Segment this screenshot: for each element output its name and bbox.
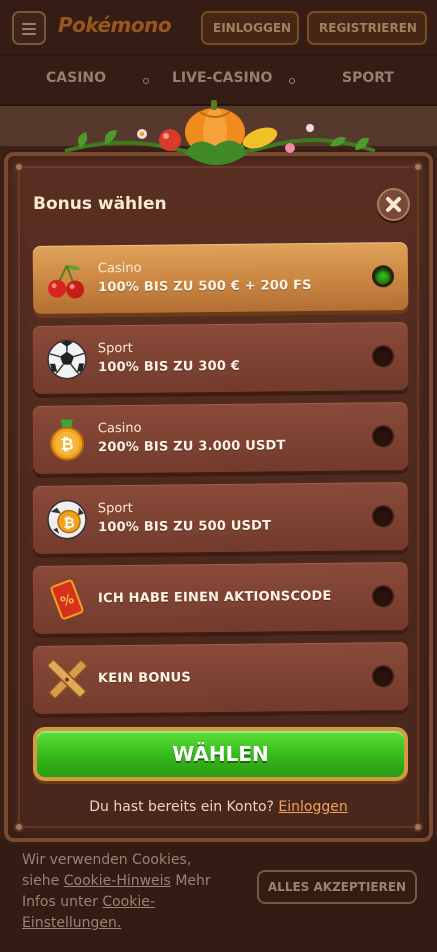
cookie-notice-link[interactable]: Cookie-Hinweis	[64, 873, 171, 889]
option-label: Casino	[97, 420, 142, 437]
accept-all-cookies-button[interactable]: ALLES AKZEPTIEREN	[257, 870, 417, 904]
radio-unselected[interactable]	[371, 425, 395, 448]
top-bar: Pokémono EINLOGGEN REGISTRIEREN	[0, 0, 437, 56]
bonus-option-no-bonus[interactable]: KEIN BONUS	[32, 642, 409, 714]
close-icon	[386, 197, 401, 212]
bitcoin-ball-icon: ₿	[47, 499, 87, 540]
login-link[interactable]: Einloggen	[278, 799, 347, 815]
close-button[interactable]	[377, 188, 410, 221]
cookie-text: Wir verwenden Cookies, siehe Cookie-Hinw…	[22, 852, 211, 931]
bolt-icon	[14, 162, 24, 172]
radio-unselected[interactable]	[371, 665, 395, 688]
logo: Pokémono	[58, 13, 172, 37]
bitcoin-medal-icon: ₿	[50, 419, 85, 461]
radio-unselected[interactable]	[371, 345, 395, 368]
nav-item-sport[interactable]: SPORT	[342, 70, 394, 86]
option-label: Sport	[97, 340, 133, 357]
option-title: KEIN BONUS	[97, 670, 192, 687]
nav-separator-icon	[143, 78, 149, 84]
menu-icon[interactable]	[12, 11, 46, 45]
bonus-option-sport-300[interactable]: Sport 100% BIS ZU 300 €	[32, 322, 409, 394]
modal-title: Bonus wählen	[33, 194, 167, 214]
option-label: Sport	[97, 500, 133, 517]
bonus-option-casino-500[interactable]: Casino 100% BIS ZU 500 € + 200 FS	[32, 242, 409, 314]
cookie-banner: Wir verwenden Cookies, siehe Cookie-Hinw…	[0, 838, 437, 952]
cherries-icon	[48, 265, 85, 299]
bolt-icon	[413, 162, 423, 172]
option-title: 200% BIS ZU 3.000 USDT	[98, 438, 286, 456]
radio-unselected[interactable]	[371, 505, 395, 528]
svg-text:₿: ₿	[60, 435, 73, 454]
option-title: 100% BIS ZU 500 € + 200 FS	[98, 278, 312, 296]
crossed-planks-icon	[47, 659, 88, 699]
login-hint: Du hast bereits ein Konto? Einloggen	[0, 799, 437, 815]
register-button[interactable]: REGISTRIEREN	[307, 11, 427, 45]
radio-selected[interactable]	[371, 265, 395, 288]
soccer-ball-icon	[47, 339, 87, 380]
radio-unselected[interactable]	[371, 585, 395, 608]
bonus-option-sport-usdt[interactable]: ₿ Sport 100% BIS ZU 500 USDT	[32, 482, 409, 554]
option-label: Casino	[97, 260, 142, 277]
promo-ticket-icon: %	[50, 579, 84, 620]
option-title: 100% BIS ZU 500 USDT	[98, 518, 272, 536]
option-title: ICH HABE EINEN AKTIONSCODE	[97, 588, 332, 607]
choose-button[interactable]: WÄHLEN	[33, 727, 408, 781]
nav-item-casino[interactable]: CASINO	[46, 70, 106, 86]
bolt-icon	[413, 822, 423, 832]
login-button[interactable]: EINLOGGEN	[201, 11, 299, 45]
bolt-icon	[14, 822, 24, 832]
nav-item-live-casino[interactable]: LIVE-CASINO	[172, 70, 272, 86]
nav-separator-icon	[289, 78, 295, 84]
svg-text:₿: ₿	[63, 516, 75, 532]
login-prompt: Du hast bereits ein Konto?	[89, 799, 274, 815]
bonus-option-casino-usdt[interactable]: ₿ Casino 200% BIS ZU 3.000 USDT	[32, 402, 409, 474]
harvest-decoration-icon	[64, 100, 376, 165]
option-title: 100% BIS ZU 300 €	[98, 358, 241, 376]
bonus-option-promo-code[interactable]: % ICH HABE EINEN AKTIONSCODE	[32, 562, 409, 634]
